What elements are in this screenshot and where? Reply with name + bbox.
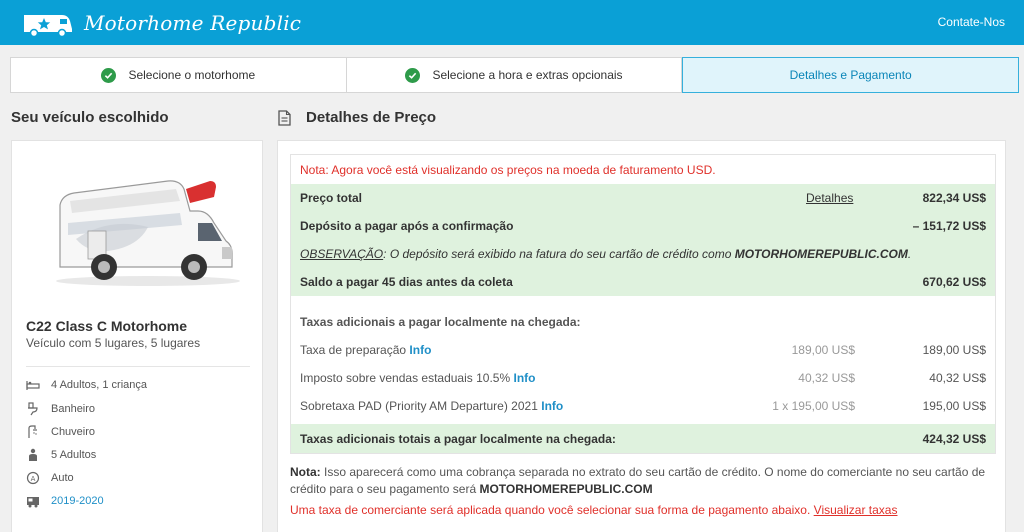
observation-row: OBSERVAÇÃO: O depósito será exibido na f… bbox=[291, 240, 995, 268]
credit-card-note: Nota: Isso aparecerá como uma cobrança s… bbox=[290, 465, 986, 496]
feature-seatbelts: 5 Adultos bbox=[26, 447, 96, 463]
feature-label: 2019-2020 bbox=[51, 495, 104, 507]
feature-shower: Chuveiro bbox=[26, 424, 95, 440]
vehicle-card: C22 Class C Motorhome Veículo com 5 luga… bbox=[11, 140, 263, 532]
merchant-fee-warning: Uma taxa de comerciante será aplicada qu… bbox=[290, 503, 898, 517]
fee-label: Sobretaxa PAD (Priority AM Departure) 20… bbox=[300, 399, 564, 413]
vehicle-seats: Veículo com 5 lugares, 5 lugares bbox=[26, 336, 201, 350]
document-icon bbox=[278, 110, 291, 126]
vehicle-section-title: Seu veículo escolhido bbox=[11, 109, 169, 126]
fee-label: Imposto sobre vendas estaduais 10.5% Inf… bbox=[300, 371, 536, 385]
feature-vehicle-year[interactable]: 2019-2020 bbox=[26, 493, 104, 509]
fee-info-link[interactable]: Info bbox=[513, 371, 535, 385]
deposit-label: Depósito a pagar após a confirmação bbox=[300, 219, 514, 233]
local-fees-total-row: Taxas adicionais totais a pagar localmen… bbox=[291, 424, 995, 453]
fee-unit-price: 1 x 195,00 US$ bbox=[772, 399, 855, 413]
brand-logo[interactable]: Motorhome Republic bbox=[22, 8, 301, 38]
check-icon bbox=[405, 67, 421, 83]
balance-row: Saldo a pagar 45 dias antes da coleta 67… bbox=[291, 268, 995, 296]
fee-amount: 189,00 US$ bbox=[922, 343, 986, 357]
divider bbox=[26, 366, 250, 367]
fee-unit-price: 189,00 US$ bbox=[791, 343, 855, 357]
shower-icon bbox=[26, 425, 40, 439]
step-details-payment[interactable]: Detalhes e Pagamento bbox=[682, 57, 1020, 93]
price-section-title: Detalhes de Preço bbox=[306, 109, 437, 126]
total-price-label: Preço total bbox=[300, 191, 363, 205]
step-select-motorhome[interactable]: Selecione o motorhome bbox=[11, 58, 347, 92]
svg-text:A: A bbox=[31, 475, 36, 483]
contact-link[interactable]: Contate-Nos bbox=[938, 15, 1005, 29]
motorhome-logo-icon bbox=[24, 15, 72, 37]
total-price-row: Preço total Detalhes 822,34 US$ bbox=[291, 184, 995, 212]
fee-amount: 195,00 US$ bbox=[922, 399, 986, 413]
feature-label: 4 Adultos, 1 criança bbox=[51, 379, 148, 391]
view-fees-link[interactable]: Visualizar taxas bbox=[814, 503, 898, 517]
vehicle-year-icon bbox=[26, 494, 40, 508]
local-fees-total-amount: 424,32 US$ bbox=[922, 432, 986, 446]
step-select-time-extras[interactable]: Selecione a hora e extras opcionais bbox=[347, 58, 683, 92]
local-fees-section: Taxas adicionais a pagar localmente na c… bbox=[291, 296, 995, 424]
fee-row: Imposto sobre vendas estaduais 10.5% Inf… bbox=[291, 365, 995, 393]
step-label: Selecione o motorhome bbox=[128, 68, 256, 82]
price-breakdown-table: Nota: Agora você está visualizando os pr… bbox=[290, 154, 996, 454]
feature-sleeps: 4 Adultos, 1 criança bbox=[26, 377, 147, 393]
automatic-transmission-icon: A bbox=[26, 471, 40, 485]
fee-amount: 40,32 US$ bbox=[929, 371, 986, 385]
top-navigation-bar: Motorhome Republic Contate-Nos bbox=[0, 0, 1024, 45]
observation-text: OBSERVAÇÃO: O depósito será exibido na f… bbox=[300, 247, 912, 261]
feature-label: Banheiro bbox=[51, 403, 96, 415]
local-fees-total-label: Taxas adicionais totais a pagar localmen… bbox=[300, 432, 616, 446]
fee-info-link[interactable]: Info bbox=[409, 343, 431, 357]
deposit-amount: – 151,72 US$ bbox=[912, 219, 986, 233]
balance-label: Saldo a pagar 45 dias antes da coleta bbox=[300, 275, 513, 289]
price-details-card: Nota: Agora você está visualizando os pr… bbox=[277, 140, 1006, 532]
step-label: Selecione a hora e extras opcionais bbox=[432, 68, 623, 82]
total-price-amount: 822,34 US$ bbox=[922, 191, 986, 205]
step-label: Detalhes e Pagamento bbox=[789, 68, 912, 82]
check-icon bbox=[101, 67, 117, 83]
vehicle-name: C22 Class C Motorhome bbox=[26, 318, 188, 334]
fee-row: Sobretaxa PAD (Priority AM Departure) 20… bbox=[291, 393, 995, 421]
local-fees-heading: Taxas adicionais a pagar localmente na c… bbox=[300, 315, 581, 329]
feature-toilet: Banheiro bbox=[26, 401, 95, 417]
fee-unit-price: 40,32 US$ bbox=[798, 371, 855, 385]
currency-note: Nota: Agora você está visualizando os pr… bbox=[300, 162, 716, 177]
feature-label: 5 Adultos bbox=[51, 449, 97, 461]
feature-transmission: A Auto bbox=[26, 470, 74, 486]
deposit-row: Depósito a pagar após a confirmação – 15… bbox=[291, 212, 995, 240]
toilet-icon bbox=[26, 402, 40, 416]
feature-label: Chuveiro bbox=[51, 426, 96, 438]
balance-amount: 670,62 US$ bbox=[922, 275, 986, 289]
feature-label: Auto bbox=[51, 472, 74, 484]
motorhome-image bbox=[56, 180, 240, 286]
price-details-link[interactable]: Detalhes bbox=[806, 191, 853, 205]
checkout-steps: Selecione o motorhome Selecione a hora e… bbox=[10, 57, 1020, 93]
payment-summary: Preço total Detalhes 822,34 US$ Depósito… bbox=[291, 184, 995, 296]
fee-info-link[interactable]: Info bbox=[541, 399, 563, 413]
fee-label: Taxa de preparação Info bbox=[300, 343, 432, 357]
fee-row: Taxa de preparação Info 189,00 US$ 189,0… bbox=[291, 337, 995, 365]
bed-icon bbox=[26, 378, 40, 392]
brand-name: Motorhome Republic bbox=[84, 11, 302, 35]
person-icon bbox=[26, 448, 40, 462]
